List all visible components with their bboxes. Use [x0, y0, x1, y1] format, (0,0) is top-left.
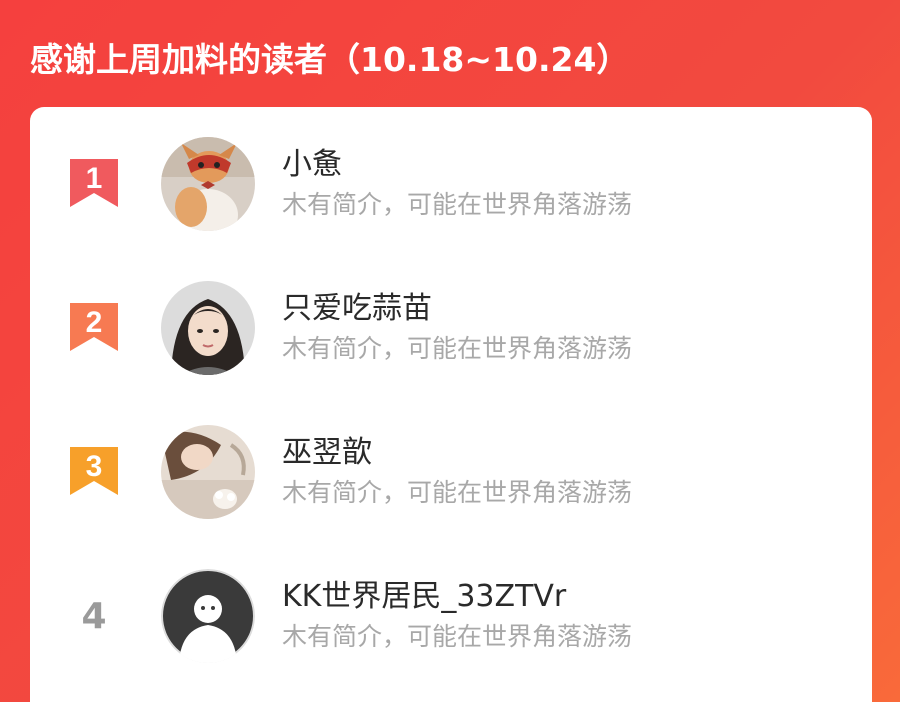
reader-name[interactable]: 巫翌歆 [282, 427, 372, 471]
rank-1-label: 1 [86, 162, 103, 195]
reader-name[interactable]: 小惫 [282, 139, 342, 183]
rank-2-label: 2 [86, 306, 103, 339]
avatar-woman-portrait-photo-icon[interactable] [161, 281, 255, 375]
avatar-default-user-avatar-icon[interactable] [161, 569, 255, 663]
reader-name[interactable]: 只爱吃蒜苗 [282, 283, 432, 327]
reader-bio: 木有简介，可能在世界角落游荡 [282, 622, 633, 651]
avatar-cat-photo-icon[interactable] [161, 137, 255, 231]
reader-name[interactable]: KK世界居民_33ZTVr [282, 571, 566, 615]
rank-2-ribbon-icon: 2 [68, 301, 120, 353]
rank-1-ribbon-icon: 1 [68, 157, 120, 209]
rank-3-label: 3 [86, 450, 103, 483]
rank-4-label: 4 [81, 596, 107, 637]
reader-row-1[interactable]: 1 小惫 木有简介，可能在世界角落游荡 [30, 107, 872, 251]
reader-row-4[interactable]: 4 KK世界居民_33ZTVr 木有简介，可能在世界角落游荡 [30, 539, 872, 683]
page-title: 感谢上周加料的读者（10.18~10.24） [30, 40, 630, 79]
reader-row-2[interactable]: 2 只爱吃蒜苗 木有简介，可能在世界角落游荡 [30, 251, 872, 395]
avatar-selfie-photo-icon[interactable] [161, 425, 255, 519]
reader-bio: 木有简介，可能在世界角落游荡 [282, 190, 633, 219]
reader-list-card: 1 小惫 木有简介，可能在世界角落游荡 2 只爱吃蒜苗 木有简介，可能在世界角落… [30, 107, 872, 702]
reader-row-3[interactable]: 3 巫翌歆 木有简介，可能在世界角落游荡 [30, 395, 872, 539]
reader-bio: 木有简介，可能在世界角落游荡 [282, 478, 633, 507]
reader-bio: 木有简介，可能在世界角落游荡 [282, 334, 633, 363]
rank-3-ribbon-icon: 3 [68, 445, 120, 497]
